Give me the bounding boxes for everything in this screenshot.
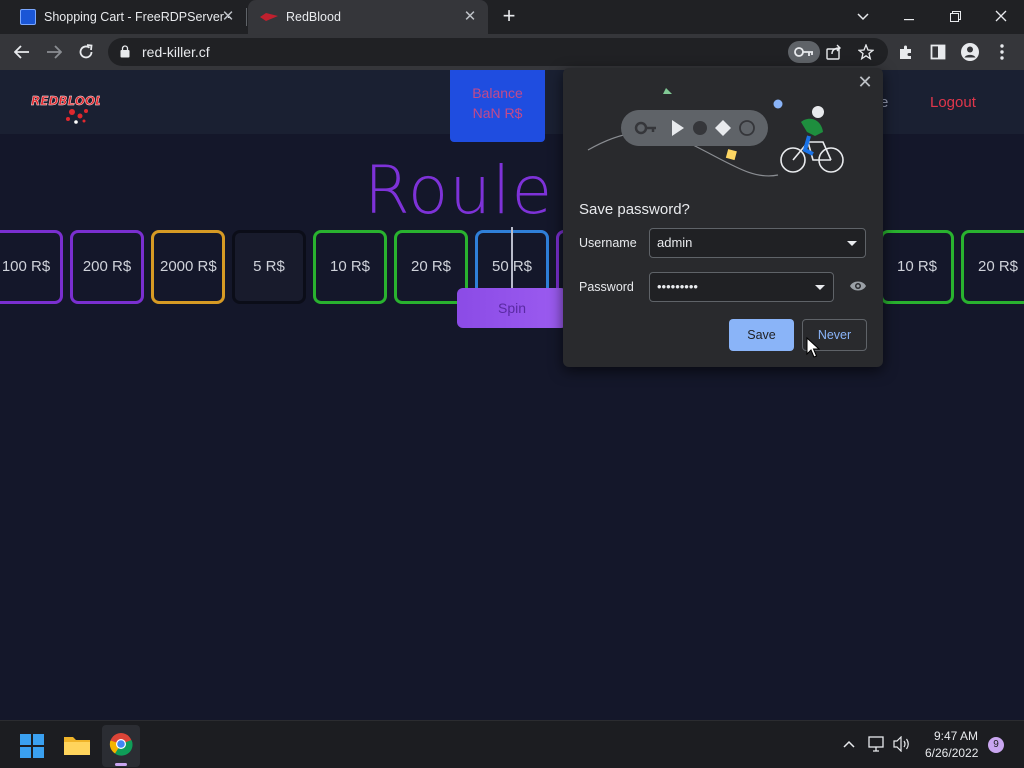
spin-button[interactable]: Spin xyxy=(457,288,567,328)
username-field[interactable]: admin xyxy=(649,228,866,258)
svg-text:REDBLOOD: REDBLOOD xyxy=(31,94,100,108)
redblood-logo[interactable]: REDBLOOD xyxy=(28,88,105,128)
logout-link[interactable]: Logout xyxy=(930,94,976,111)
roulette-cell: 10 R$ xyxy=(313,230,387,304)
close-tab-icon[interactable]: ✕ xyxy=(462,9,478,25)
back-arrow-icon[interactable] xyxy=(9,39,35,65)
tab-redblood[interactable]: RedBlood ✕ xyxy=(248,0,488,34)
save-password-dialog: ✕ Save password? Username admin Password… xyxy=(563,68,883,367)
tab-search-chevron-down-icon[interactable] xyxy=(840,0,886,34)
password-illustration xyxy=(587,88,844,177)
dialog-title: Save password? xyxy=(579,201,690,218)
windows-start-icon[interactable] xyxy=(20,734,44,758)
balance-label: Balance xyxy=(472,85,523,101)
network-icon[interactable] xyxy=(868,735,886,756)
address-bar[interactable]: red-killer.cf xyxy=(108,38,888,66)
tab-separator xyxy=(246,8,247,26)
chevron-up-icon[interactable] xyxy=(843,735,855,752)
tab-title: RedBlood xyxy=(286,10,341,24)
eye-icon[interactable] xyxy=(849,279,867,293)
password-label: Password xyxy=(579,280,634,294)
save-button[interactable]: Save xyxy=(729,319,794,351)
file-explorer-icon[interactable] xyxy=(63,733,91,757)
close-tab-icon[interactable]: ✕ xyxy=(220,9,236,25)
roulette-cell: 10 R$ xyxy=(880,230,954,304)
url-text: red-killer.cf xyxy=(142,44,210,60)
roulette-cell: 2000 R$ xyxy=(151,230,225,304)
taskbar: 9:47 AM 6/26/2022 9 xyxy=(0,720,1024,768)
page-title: Roule xyxy=(364,152,554,229)
reload-icon[interactable] xyxy=(73,39,99,65)
side-panel-icon[interactable] xyxy=(925,39,951,65)
volume-icon[interactable] xyxy=(893,735,911,756)
chevron-down-icon[interactable] xyxy=(847,241,857,246)
freerdp-favicon-icon xyxy=(20,9,36,25)
username-label: Username xyxy=(579,236,637,250)
browser-toolbar: red-killer.cf xyxy=(0,34,1024,70)
tab-title: Shopping Cart - FreeRDPServer - xyxy=(44,10,232,24)
close-window-icon[interactable] xyxy=(978,0,1024,34)
password-key-icon[interactable] xyxy=(788,41,820,63)
password-value: ••••••••• xyxy=(657,279,698,294)
profile-avatar-icon[interactable] xyxy=(957,39,983,65)
mouse-cursor-icon xyxy=(806,337,820,358)
bookmark-star-icon[interactable] xyxy=(856,42,876,62)
redblood-favicon-icon xyxy=(260,13,278,21)
username-value: admin xyxy=(657,235,693,250)
tab-shopping-cart[interactable]: Shopping Cart - FreeRDPServer - ✕ xyxy=(0,0,246,34)
notification-badge[interactable]: 9 xyxy=(988,737,1004,753)
minimize-icon[interactable] xyxy=(886,0,932,34)
share-icon[interactable] xyxy=(824,42,844,62)
chevron-down-icon[interactable] xyxy=(815,285,825,290)
clock-time[interactable]: 9:47 AM xyxy=(934,729,978,743)
tab-strip: Shopping Cart - FreeRDPServer - ✕ RedBlo… xyxy=(0,0,1024,34)
chrome-taskbar-icon[interactable] xyxy=(102,725,140,767)
password-field[interactable]: ••••••••• xyxy=(649,272,834,302)
restore-icon[interactable] xyxy=(932,0,978,34)
forward-arrow-icon[interactable] xyxy=(41,39,67,65)
lock-icon[interactable] xyxy=(120,45,130,58)
clock-date[interactable]: 6/26/2022 xyxy=(925,746,978,760)
extensions-puzzle-icon[interactable] xyxy=(893,39,919,65)
roulette-cell: 100 R$ xyxy=(0,230,63,304)
roulette-cell: 200 R$ xyxy=(70,230,144,304)
roulette-cell: 20 R$ xyxy=(961,230,1024,304)
balance-display: Balance NaN R$ xyxy=(450,70,545,142)
new-tab-button[interactable]: + xyxy=(498,5,520,28)
balance-value: NaN R$ xyxy=(472,105,523,121)
close-icon[interactable]: ✕ xyxy=(855,72,875,92)
roulette-cell: 5 R$ xyxy=(232,230,306,304)
menu-kebab-icon[interactable] xyxy=(989,39,1015,65)
